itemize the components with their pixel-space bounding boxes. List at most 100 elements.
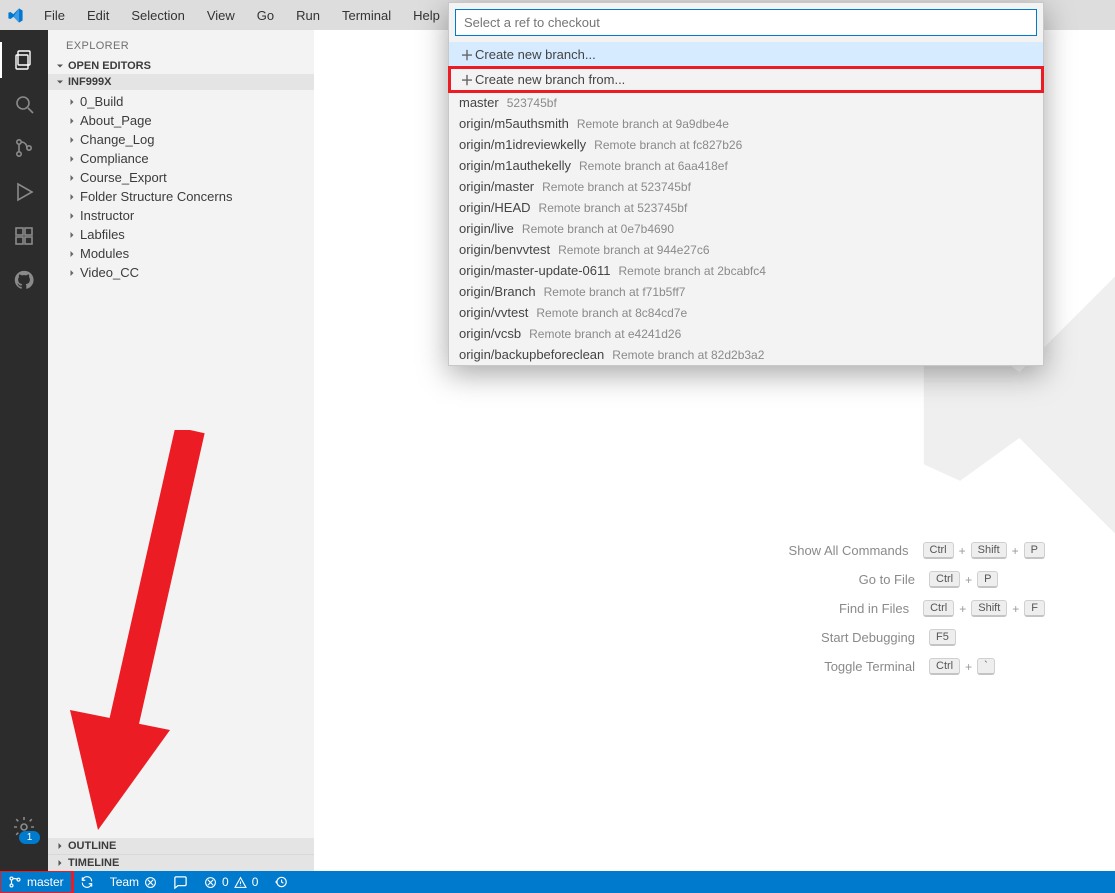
qp-ref-item[interactable]: origin/vvtestRemote branch at 8c84cd7e (449, 302, 1043, 323)
quickpick-input[interactable] (455, 9, 1037, 36)
menu-terminal[interactable]: Terminal (332, 4, 401, 27)
tree-folder[interactable]: About_Page (48, 111, 314, 130)
errors-count: 0 (222, 875, 229, 889)
qp-ref-item[interactable]: origin/m1authekellyRemote branch at 6aa4… (449, 155, 1043, 176)
qp-ref-item[interactable]: origin/Branch Remote branch at f71b5ff7 (449, 281, 1043, 302)
qp-item-detail: Remote branch at 9a9dbe4e (577, 117, 729, 131)
tree-folder[interactable]: Labfiles (48, 225, 314, 244)
qp-ref-item[interactable]: origin/master-update-0611Remote branch a… (449, 260, 1043, 281)
activity-search[interactable] (0, 82, 48, 126)
tree-folder[interactable]: Modules (48, 244, 314, 263)
qp-item-detail: Remote branch at fc827b26 (594, 138, 742, 152)
folder-label: 0_Build (80, 94, 123, 109)
qp-item-label: origin/Branch (459, 284, 536, 299)
timeline-label: TIMELINE (68, 857, 119, 869)
keybinding: Ctrl+` (929, 658, 1045, 675)
qp-item-detail: 523745bf (507, 96, 557, 110)
chevron-right-icon (64, 115, 80, 127)
menu-file[interactable]: File (34, 4, 75, 27)
welcome-shortcuts: Show All Commands Ctrl+Shift+P Go to File C… (685, 530, 1045, 687)
welcome-label: Find in Files (839, 601, 909, 616)
status-bar: master Team 0 0 (0, 871, 1115, 893)
chevron-right-icon (52, 840, 68, 852)
chevron-right-icon (64, 172, 80, 184)
menu-view[interactable]: View (197, 4, 245, 27)
qp-create-branch[interactable]: ＋ Create new branch... (449, 42, 1043, 67)
menu-run[interactable]: Run (286, 4, 330, 27)
chevron-right-icon (64, 153, 80, 165)
folder-label: Modules (80, 246, 129, 261)
section-workspace[interactable]: INF999X (48, 74, 314, 90)
qp-ref-item[interactable]: origin/vcsb Remote branch at e4241d26 (449, 323, 1043, 344)
qp-item-label: origin/backupbeforeclean (459, 347, 604, 362)
key: Shift (971, 600, 1007, 617)
qp-ref-item[interactable]: origin/m5authsmithRemote branch at 9a9db… (449, 113, 1043, 134)
sidebar-explorer: EXPLORER OPEN EDITORS INF999X 0_BuildAbo… (48, 30, 314, 871)
section-open-editors[interactable]: OPEN EDITORS (48, 58, 314, 74)
qp-ref-item[interactable]: origin/live Remote branch at 0e7b4690 (449, 218, 1043, 239)
menu-edit[interactable]: Edit (77, 4, 119, 27)
welcome-label: Show All Commands (789, 543, 909, 558)
qp-ref-item[interactable]: origin/benvvtestRemote branch at 944e27c… (449, 239, 1043, 260)
qp-ref-item[interactable]: origin/backupbeforecleanRemote branch at… (449, 344, 1043, 365)
qp-item-detail: Remote branch at 2bcabfc4 (619, 264, 766, 278)
key: Ctrl (929, 658, 960, 675)
section-outline[interactable]: OUTLINE (48, 838, 314, 854)
qp-item-label: Create new branch... (475, 47, 596, 62)
qp-item-label: origin/vvtest (459, 305, 528, 320)
status-history[interactable] (266, 871, 296, 893)
tree-folder[interactable]: Instructor (48, 206, 314, 225)
status-team[interactable]: Team (102, 871, 165, 893)
menu-help[interactable]: Help (403, 4, 450, 27)
plus-icon: ＋ (459, 70, 475, 89)
menu-go[interactable]: Go (247, 4, 284, 27)
menu-selection[interactable]: Selection (121, 4, 194, 27)
qp-item-detail: Remote branch at 944e27c6 (558, 243, 709, 257)
tree-folder[interactable]: Change_Log (48, 130, 314, 149)
tree-folder[interactable]: Folder Structure Concerns (48, 187, 314, 206)
welcome-row: Find in FilesCtrl+Shift+F (685, 600, 1045, 617)
folder-label: Compliance (80, 151, 149, 166)
qp-item-detail: Remote branch at e4241d26 (529, 327, 681, 341)
status-sync[interactable] (72, 871, 102, 893)
qp-item-detail: Remote branch at f71b5ff7 (544, 285, 686, 299)
qp-ref-item[interactable]: master 523745bf (449, 92, 1043, 113)
qp-ref-item[interactable]: origin/masterRemote branch at 523745bf (449, 176, 1043, 197)
qp-item-label: master (459, 95, 499, 110)
workspace-label: INF999X (68, 76, 111, 88)
outline-label: OUTLINE (68, 840, 116, 852)
tree-folder[interactable]: Video_CC (48, 263, 314, 282)
section-timeline[interactable]: TIMELINE (48, 854, 314, 871)
activity-source-control[interactable] (0, 126, 48, 170)
keybinding: Ctrl+Shift+P (923, 542, 1046, 559)
activity-settings[interactable]: 1 (0, 805, 48, 849)
qp-create-branch-from[interactable]: ＋ Create new branch from... (449, 67, 1043, 92)
qp-item-detail: Remote branch at 0e7b4690 (522, 222, 674, 236)
folder-label: Video_CC (80, 265, 139, 280)
activity-github[interactable] (0, 258, 48, 302)
welcome-label: Go to File (859, 572, 915, 587)
chevron-right-icon (64, 134, 80, 146)
status-problems[interactable]: 0 0 (196, 871, 266, 893)
status-feedback[interactable] (165, 871, 196, 893)
warnings-count: 0 (252, 875, 259, 889)
qp-item-label: origin/master (459, 179, 534, 194)
tree-folder[interactable]: Course_Export (48, 168, 314, 187)
quickpick-list: ＋ Create new branch... ＋ Create new bran… (449, 42, 1043, 365)
settings-badge: 1 (19, 831, 40, 844)
team-label: Team (110, 875, 139, 889)
qp-ref-item[interactable]: origin/m1idreviewkellyRemote branch at f… (449, 134, 1043, 155)
qp-item-label: origin/vcsb (459, 326, 521, 341)
activity-run-debug[interactable] (0, 170, 48, 214)
tree-folder[interactable]: 0_Build (48, 92, 314, 111)
key: F (1024, 600, 1045, 617)
tree-folder[interactable]: Compliance (48, 149, 314, 168)
plus-separator: + (958, 602, 967, 616)
chevron-right-icon (52, 857, 68, 869)
activity-explorer[interactable] (0, 38, 48, 82)
qp-ref-item[interactable]: origin/HEADRemote branch at 523745bf (449, 197, 1043, 218)
status-branch[interactable]: master (0, 871, 72, 893)
qp-item-label: origin/live (459, 221, 514, 236)
qp-item-label: origin/m1authekelly (459, 158, 571, 173)
activity-extensions[interactable] (0, 214, 48, 258)
